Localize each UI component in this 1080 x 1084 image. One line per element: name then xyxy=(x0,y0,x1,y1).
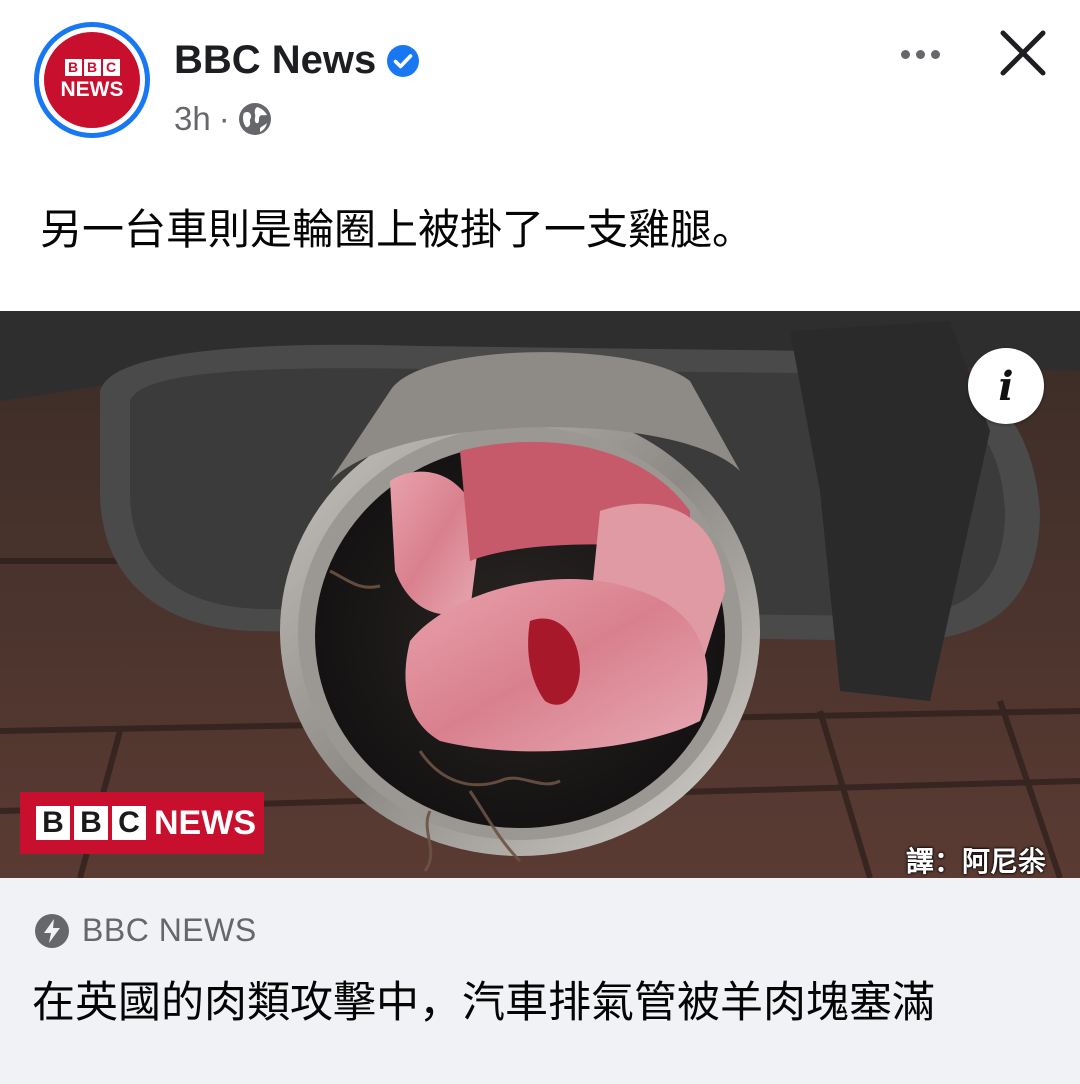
bbc-news-watermark: B B C NEWS xyxy=(20,792,264,854)
watermark-letter: C xyxy=(112,806,146,840)
watermark-bbc-letters: B B C xyxy=(36,806,146,840)
bbc-news-logo: B B C NEWS xyxy=(44,32,140,128)
post-timestamp[interactable]: 3h xyxy=(174,100,211,138)
post-caption: 另一台車則是輪圈上被掛了一支雞腿。 xyxy=(40,205,755,254)
more-options-icon xyxy=(900,49,910,59)
page-name-row: BBC News xyxy=(174,38,420,83)
link-source-row: BBC NEWS xyxy=(34,912,257,949)
avatar-news-text: NEWS xyxy=(60,77,124,101)
lightning-bolt-icon xyxy=(35,913,69,948)
globe-icon[interactable] xyxy=(238,102,272,136)
watermark-letter: B xyxy=(74,806,108,840)
verified-badge-icon xyxy=(387,44,420,77)
post-header: B B C NEWS BBC News 3h · xyxy=(0,0,1080,160)
translator-credit: 譯：阿尼尜 xyxy=(906,845,1047,878)
watermark-letter: B xyxy=(36,806,70,840)
page-name[interactable]: BBC News xyxy=(174,38,376,83)
close-icon[interactable] xyxy=(996,26,1050,80)
facebook-post: B B C NEWS BBC News 3h · 另一台車則是輪圈上被掛了一支雞… xyxy=(0,0,1080,1084)
post-meta: 3h · xyxy=(174,100,272,138)
more-options-icon xyxy=(930,49,940,59)
link-preview-card[interactable]: BBC NEWS 在英國的肉類攻擊中，汽車排氣管被羊肉塊塞滿 xyxy=(0,878,1080,1084)
post-photo[interactable]: B B C NEWS 譯：阿尼尜 xyxy=(0,311,1080,878)
link-source-name: BBC NEWS xyxy=(82,912,257,948)
avatar-letter: B xyxy=(64,58,82,76)
info-button[interactable]: i xyxy=(968,348,1044,424)
watermark-news-text: NEWS xyxy=(154,803,256,842)
avatar-letter: C xyxy=(102,58,120,76)
avatar-letter: B xyxy=(83,58,101,76)
avatar-bbc-letters: B B C xyxy=(64,58,120,76)
page-avatar[interactable]: B B C NEWS xyxy=(34,22,150,138)
link-headline[interactable]: 在英國的肉類攻擊中，汽車排氣管被羊肉塊塞滿 xyxy=(32,968,935,1030)
meta-separator: · xyxy=(218,100,230,137)
more-options-icon xyxy=(915,49,925,59)
more-options-button[interactable] xyxy=(892,36,948,72)
info-icon: i xyxy=(998,362,1014,410)
